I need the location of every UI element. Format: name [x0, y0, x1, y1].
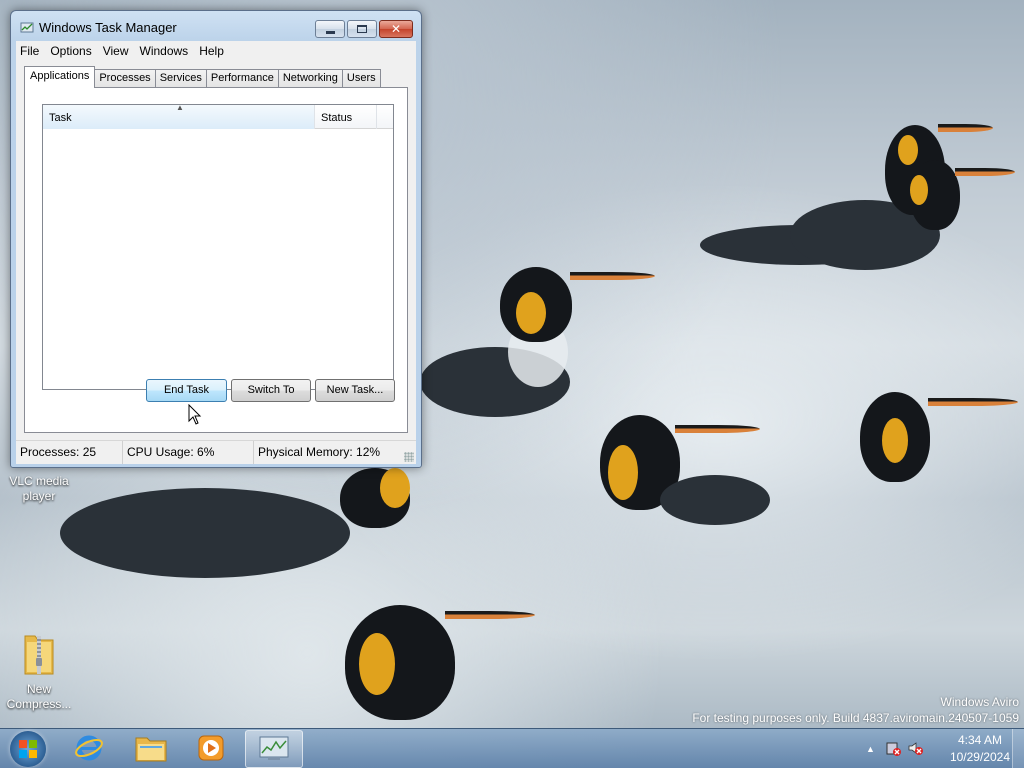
wallpaper-penguin: [345, 605, 545, 720]
internet-explorer-icon: [74, 733, 104, 766]
tab-networking[interactable]: Networking: [277, 69, 343, 88]
new-task-button[interactable]: New Task...: [315, 379, 395, 402]
zip-folder-icon: [23, 630, 55, 676]
close-icon: ✕: [390, 22, 402, 36]
task-list[interactable]: ▲ Task Status: [42, 103, 394, 390]
status-processes: Processes: 25: [16, 441, 123, 464]
action-center-flag-icon[interactable]: [885, 740, 901, 759]
tab-performance[interactable]: Performance: [205, 69, 279, 88]
end-task-button[interactable]: End Task: [146, 379, 227, 402]
notification-area: ▲: [866, 729, 923, 768]
close-button[interactable]: ✕: [379, 20, 413, 38]
applications-panel: ▲ Task Status End Task Switch To New Tas…: [24, 87, 408, 433]
build-watermark: Windows Aviro For testing purposes only.…: [692, 694, 1019, 726]
menu-bar: File Options View Windows Help: [16, 41, 416, 61]
show-hidden-icons-arrow-icon[interactable]: ▲: [866, 744, 875, 754]
tab-users[interactable]: Users: [341, 69, 381, 88]
media-player-icon: [197, 734, 225, 765]
clock-date: 10/29/2024: [949, 750, 1010, 764]
minimize-icon: [325, 30, 335, 34]
taskbar-file-explorer[interactable]: [122, 730, 180, 768]
status-bar: Processes: 25 CPU Usage: 6% Physical Mem…: [16, 440, 416, 464]
status-physical-memory: Physical Memory: 12%: [258, 445, 381, 459]
taskbar-clock[interactable]: 4:34 AM 10/29/2024: [950, 732, 1010, 766]
desktop-icon-new-compressed[interactable]: New Compress...: [1, 630, 77, 712]
show-desktop-button[interactable]: [1012, 729, 1024, 768]
column-header-status[interactable]: Status: [315, 105, 377, 129]
wallpaper-penguin: [420, 262, 660, 417]
start-button[interactable]: [6, 730, 50, 768]
status-cpu-usage: CPU Usage: 6%: [123, 441, 254, 464]
tab-services[interactable]: Services: [154, 69, 207, 88]
maximize-icon: [357, 25, 367, 33]
wallpaper-penguin: [860, 392, 1024, 482]
tab-strip: Applications Processes Services Performa…: [24, 66, 381, 88]
taskbar-media-player[interactable]: [182, 730, 240, 768]
maximize-button[interactable]: [347, 20, 377, 38]
volume-muted-icon[interactable]: [907, 740, 923, 759]
client-area: Applications Processes Services Performa…: [16, 61, 416, 440]
windows-logo-icon: [10, 731, 46, 767]
wallpaper-penguin: [600, 415, 770, 525]
clock-time: 4:34 AM: [957, 733, 1002, 747]
resize-grip-icon[interactable]: [404, 452, 414, 462]
column-label-task: Task: [49, 112, 72, 124]
file-explorer-icon: [135, 734, 167, 765]
tab-processes[interactable]: Processes: [94, 69, 156, 88]
sort-ascending-icon: ▲: [176, 103, 184, 112]
menu-view[interactable]: View: [99, 44, 136, 58]
column-header-task[interactable]: ▲ Task: [43, 103, 315, 129]
taskbar-internet-explorer[interactable]: [60, 730, 118, 768]
desktop: VLC media player New Compress... Windows…: [0, 0, 1024, 728]
wallpaper-penguin: [60, 468, 420, 578]
task-manager-icon: [258, 735, 290, 764]
task-manager-window[interactable]: Windows Task Manager ✕ File Options View…: [10, 10, 422, 468]
task-manager-app-icon: [20, 21, 34, 35]
window-title: Windows Task Manager: [39, 20, 177, 35]
taskbar: ▲ 4:34 AM 10/29/2024: [0, 728, 1024, 768]
switch-to-button[interactable]: Switch To: [231, 379, 311, 402]
wallpaper-penguin: [700, 120, 1020, 290]
watermark-build: For testing purposes only. Build 4837.av…: [692, 711, 1019, 725]
menu-help[interactable]: Help: [195, 44, 231, 58]
mouse-cursor-icon: [188, 403, 202, 429]
tab-applications[interactable]: Applications: [24, 66, 96, 88]
menu-windows[interactable]: Windows: [136, 44, 196, 58]
column-label-status: Status: [321, 112, 353, 124]
desktop-icon-label: VLC media player: [9, 474, 69, 503]
desktop-icon-vlc[interactable]: VLC media player: [1, 472, 77, 504]
task-list-header: ▲ Task Status: [43, 103, 393, 129]
taskbar-task-manager[interactable]: [245, 730, 303, 768]
menu-file[interactable]: File: [16, 44, 46, 58]
menu-options[interactable]: Options: [46, 44, 98, 58]
watermark-title: Windows Aviro: [940, 695, 1019, 709]
desktop-icon-label: New Compress...: [6, 682, 72, 711]
minimize-button[interactable]: [315, 20, 345, 38]
